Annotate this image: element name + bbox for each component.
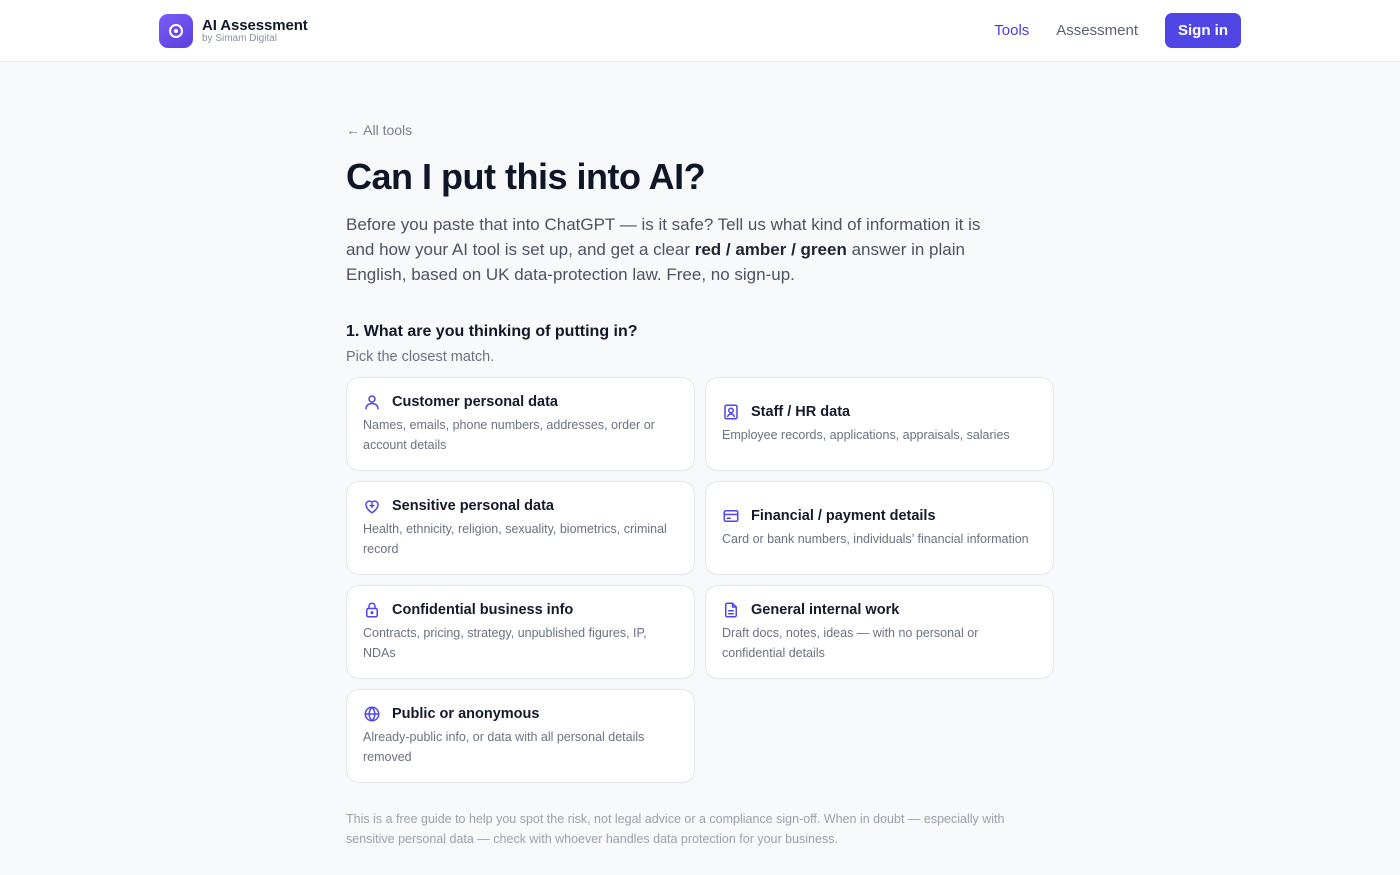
option-title: Confidential business info <box>392 602 574 618</box>
page-title: Can I put this into AI? <box>346 156 706 197</box>
lock-icon <box>366 602 378 618</box>
option-title: Customer personal data <box>392 394 558 410</box>
option-title: Public or anonymous <box>392 706 540 722</box>
option-title: General internal work <box>751 602 900 618</box>
logo-icon <box>159 14 193 48</box>
brand-title: AI Assessment <box>202 17 308 34</box>
intro-text: Before you paste that into ChatGPT — is … <box>346 212 1006 287</box>
option-confidential-business-info[interactable]: Confidential business info Contracts, pr… <box>346 585 695 679</box>
id-badge-icon <box>724 404 738 420</box>
disclaimer-text: This is a free guide to help you spot th… <box>346 812 1005 846</box>
option-public-or-anonymous[interactable]: Public or anonymous Already-public info,… <box>346 689 695 783</box>
option-description: Employee records, applications, appraisa… <box>722 428 1010 442</box>
globe-icon <box>364 706 380 722</box>
intro-rag-bold: red / amber / green <box>694 240 847 259</box>
option-title: Staff / HR data <box>751 404 851 420</box>
option-staff-hr-data[interactable]: Staff / HR data Employee records, applic… <box>705 377 1054 471</box>
heart-shield-icon <box>365 500 379 514</box>
document-icon <box>725 602 737 618</box>
option-description: Names, emails, phone numbers, addresses,… <box>363 418 655 452</box>
option-sensitive-personal-data[interactable]: Sensitive personal data Health, ethnicit… <box>346 481 695 575</box>
credit-card-icon <box>723 510 739 522</box>
option-title: Financial / payment details <box>751 508 936 524</box>
option-description: Card or bank numbers, individuals’ finan… <box>722 532 1029 546</box>
question-hint: Pick the closest match. <box>346 349 495 365</box>
person-icon <box>365 395 379 410</box>
back-to-tools-link[interactable]: ← All tools <box>346 122 412 138</box>
option-financial-payment-details[interactable]: Financial / payment details Card or bank… <box>705 481 1054 575</box>
option-title: Sensitive personal data <box>392 498 554 514</box>
option-description: Draft docs, notes, ideas — with no perso… <box>722 626 979 660</box>
main-nav: Tools Assessment Sign in <box>994 13 1241 48</box>
nav-assessment-link[interactable]: Assessment <box>1056 22 1138 39</box>
options-grid: Customer personal data Names, emails, ph… <box>346 377 1054 787</box>
option-description: Health, ethnicity, religion, sexuality, … <box>363 522 667 556</box>
option-general-internal-work[interactable]: General internal work Draft docs, notes,… <box>705 585 1054 679</box>
option-description: Already-public info, or data with all pe… <box>363 730 645 764</box>
brand[interactable]: AI Assessment by Simam Digital <box>159 14 308 48</box>
nav-tools-link[interactable]: Tools <box>994 22 1029 39</box>
option-description: Contracts, pricing, strategy, unpublishe… <box>363 626 647 660</box>
brand-subtitle: by Simam Digital <box>202 33 278 44</box>
option-customer-personal-data[interactable]: Customer personal data Names, emails, ph… <box>346 377 695 471</box>
sign-in-button[interactable]: Sign in <box>1165 13 1241 48</box>
question-title: 1. What are you thinking of putting in? <box>346 323 638 340</box>
main-content: ← All tools Can I put this into AI? Befo… <box>346 122 1054 787</box>
top-bar: AI Assessment by Simam Digital Tools Ass… <box>0 0 1400 62</box>
